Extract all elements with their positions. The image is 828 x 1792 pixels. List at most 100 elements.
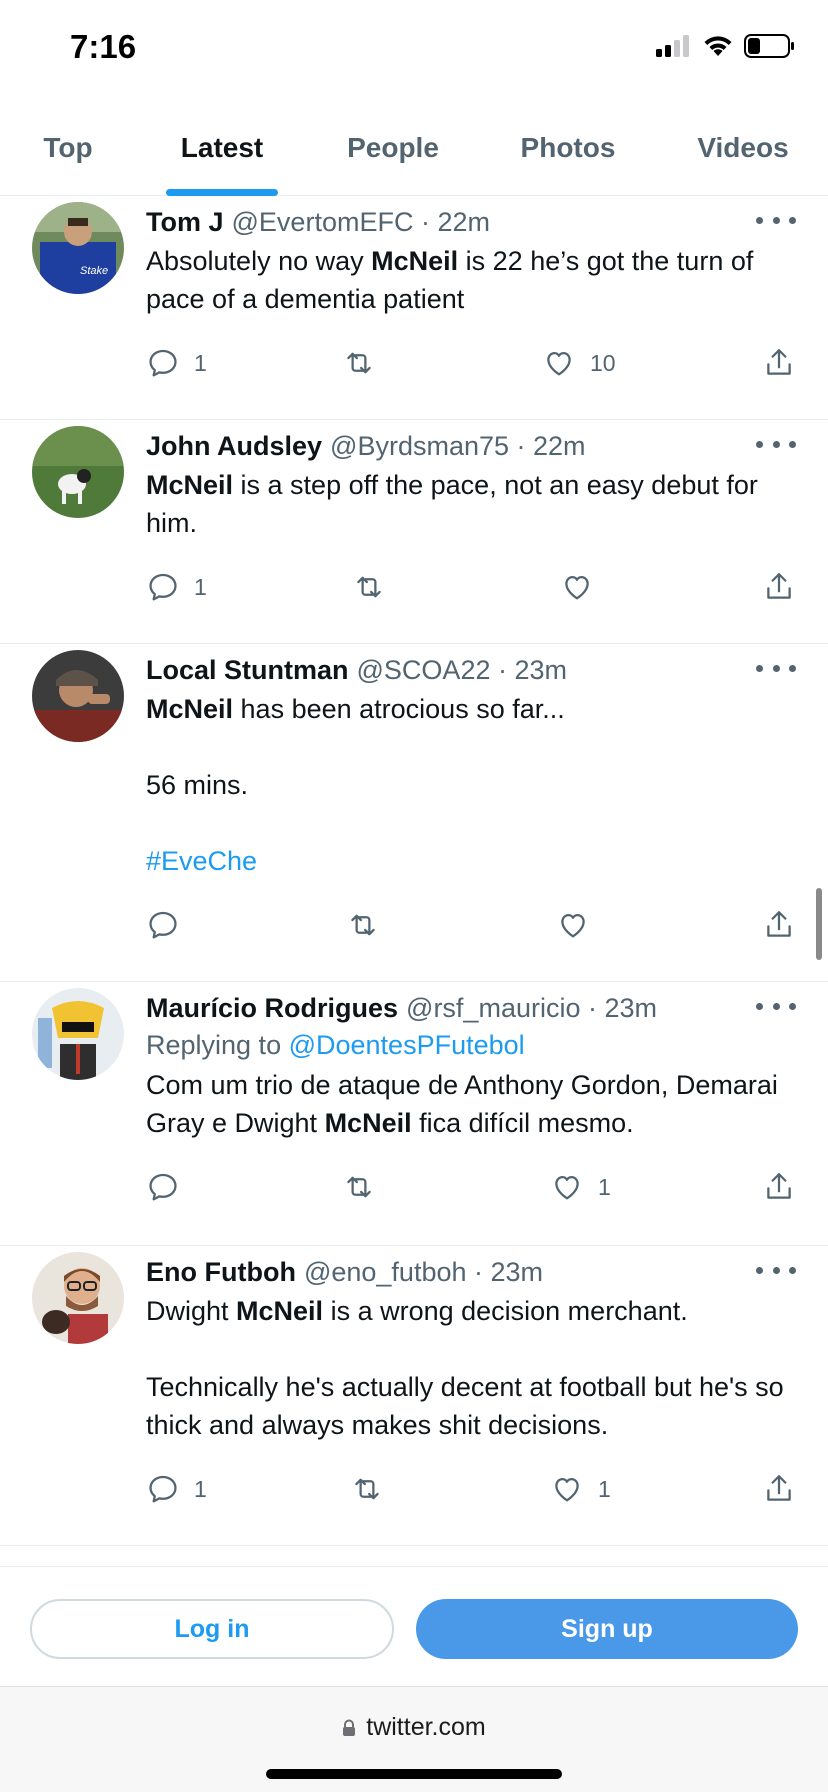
auth-bar: Log in Sign up: [0, 1566, 828, 1686]
tab-label: People: [347, 132, 439, 163]
share-icon: [767, 349, 791, 375]
tweet-text: Absolutely no way McNeil is 22 he’s got …: [146, 246, 754, 314]
avatar[interactable]: [32, 1252, 124, 1344]
reply-icon: [149, 1475, 177, 1503]
retweet-button[interactable]: [342, 1170, 390, 1204]
reply-button[interactable]: 1: [146, 346, 207, 380]
more-options-icon[interactable]: [756, 210, 796, 230]
tab-latest[interactable]: Latest: [136, 100, 308, 196]
tweet-text: McNeil is a step off the pace, not an ea…: [146, 470, 758, 538]
replying-to: Replying to @DoentesPFutebol: [146, 1030, 525, 1060]
lock-icon: [343, 1719, 356, 1736]
tweet-text: Com um trio de ataque de Anthony Gordon,…: [146, 1070, 778, 1138]
replying-to-link[interactable]: @DoentesPFutebol: [289, 1030, 525, 1060]
share-icon: [767, 573, 791, 599]
home-indicator: [266, 1769, 562, 1779]
tweet-actions: [146, 880, 796, 980]
heart-icon: [555, 1175, 579, 1200]
tweet-actions: 1: [146, 1142, 796, 1242]
retweet-icon: [357, 576, 381, 598]
tab-label: Top: [43, 132, 93, 163]
like-button[interactable]: [556, 908, 604, 942]
like-button[interactable]: 1: [550, 1170, 611, 1204]
more-options-icon[interactable]: [756, 658, 796, 678]
url-display[interactable]: twitter.com: [0, 1713, 828, 1742]
tweet-partial[interactable]: [0, 1546, 828, 1566]
tab-top[interactable]: Top: [0, 100, 136, 196]
reply-count: 1: [194, 573, 207, 600]
hashtag-link[interactable]: #EveChe: [146, 842, 796, 880]
reply-icon: [149, 1173, 177, 1201]
browser-url-bar[interactable]: twitter.com: [0, 1686, 828, 1792]
status-time: 7:16: [70, 28, 137, 65]
retweet-icon: [355, 1478, 379, 1500]
avatar[interactable]: [32, 426, 124, 518]
tab-videos[interactable]: Videos: [658, 100, 828, 196]
share-icon: [767, 911, 791, 937]
avatar[interactable]: Stake: [32, 202, 124, 294]
tab-label: Latest: [180, 132, 264, 163]
author-handle-time[interactable]: @EvertomEFC · 22m: [232, 204, 490, 240]
reply-icon: [149, 349, 177, 377]
author-name[interactable]: Local Stuntman: [146, 652, 349, 688]
author-name[interactable]: Maurício Rodrigues: [146, 990, 398, 1026]
reply-button[interactable]: 1: [146, 1472, 207, 1506]
tab-label: Videos: [697, 132, 789, 163]
tab-photos[interactable]: Photos: [478, 100, 658, 196]
share-icon: [767, 1173, 791, 1199]
retweet-button[interactable]: [352, 570, 400, 604]
share-button[interactable]: [762, 346, 796, 380]
reply-button[interactable]: [146, 908, 194, 942]
reply-count: 1: [194, 349, 207, 376]
reply-button[interactable]: 1: [146, 570, 207, 604]
tweet-feed[interactable]: Stake Tom J @EvertomEFC · 22m Absolutely…: [0, 196, 828, 1566]
like-button[interactable]: [560, 570, 608, 604]
reply-icon: [149, 573, 177, 601]
share-button[interactable]: [762, 1472, 796, 1506]
tweet-actions: 1: [146, 542, 796, 642]
share-button[interactable]: [762, 1170, 796, 1204]
tweet[interactable]: John Audsley @Byrdsman75 · 22m McNeil is…: [0, 420, 828, 644]
signup-button[interactable]: Sign up: [416, 1599, 798, 1659]
author-handle-time[interactable]: @eno_futboh · 23m: [304, 1254, 543, 1290]
tweet-actions: 1 1: [146, 1444, 796, 1544]
tweet[interactable]: Maurício Rodrigues @rsf_mauricio · 23m R…: [0, 982, 828, 1246]
tweet[interactable]: Eno Futboh @eno_futboh · 23m Dwight McNe…: [0, 1246, 828, 1546]
cellular-signal-icon: [656, 35, 689, 57]
share-icon: [767, 1475, 791, 1501]
reply-count: 1: [194, 1475, 207, 1502]
tweet-text: McNeil has been atrocious so far... 56 m…: [146, 690, 796, 880]
reply-button[interactable]: [146, 1170, 194, 1204]
author-handle-time[interactable]: @SCOA22 · 23m: [357, 652, 567, 688]
more-options-icon[interactable]: [756, 1260, 796, 1280]
like-button[interactable]: 1: [550, 1472, 611, 1506]
author-name[interactable]: Eno Futboh: [146, 1254, 296, 1290]
login-button[interactable]: Log in: [30, 1599, 394, 1659]
tab-people[interactable]: People: [308, 100, 478, 196]
author-name[interactable]: Tom J: [146, 204, 224, 240]
like-count: 10: [590, 349, 616, 376]
battery-icon: [744, 34, 794, 58]
retweet-icon: [351, 914, 375, 936]
scrollbar[interactable]: [816, 888, 822, 960]
wifi-icon: [704, 36, 732, 56]
author-handle-time[interactable]: @rsf_mauricio · 23m: [406, 990, 657, 1026]
more-options-icon[interactable]: [756, 434, 796, 454]
retweet-button[interactable]: [342, 346, 390, 380]
share-button[interactable]: [762, 570, 796, 604]
tweet[interactable]: Stake Tom J @EvertomEFC · 22m Absolutely…: [0, 196, 828, 420]
avatar[interactable]: [32, 988, 124, 1080]
tweet[interactable]: Local Stuntman @SCOA22 · 23m McNeil has …: [0, 644, 828, 982]
search-tabs: Top Latest People Photos Videos: [0, 100, 828, 196]
retweet-button[interactable]: [350, 1472, 398, 1506]
reply-icon: [149, 911, 177, 939]
tab-label: Photos: [520, 132, 616, 163]
author-handle-time[interactable]: @Byrdsman75 · 22m: [330, 428, 586, 464]
author-name[interactable]: John Audsley: [146, 428, 322, 464]
like-button[interactable]: 10: [542, 346, 616, 380]
retweet-button[interactable]: [346, 908, 394, 942]
share-button[interactable]: [762, 908, 796, 942]
url-text: twitter.com: [366, 1713, 486, 1741]
more-options-icon[interactable]: [756, 996, 796, 1016]
avatar[interactable]: [32, 650, 124, 742]
